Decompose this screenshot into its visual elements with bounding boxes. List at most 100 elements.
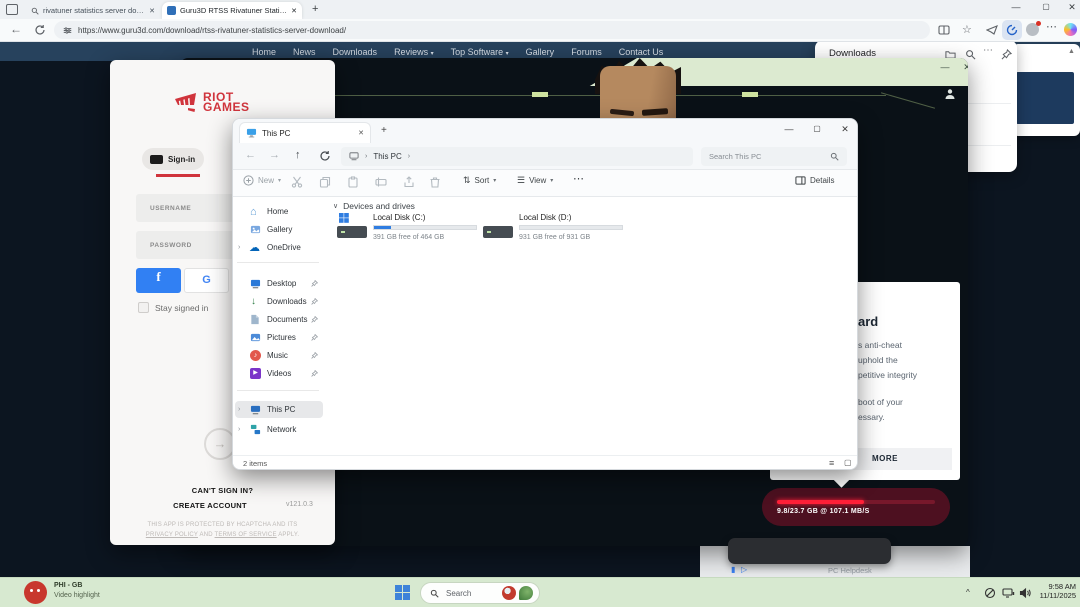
cut-icon[interactable] xyxy=(291,176,303,188)
tab-actions-icon[interactable] xyxy=(6,4,18,15)
terms-link[interactable]: TERMS OF SERVICE xyxy=(215,532,277,538)
list-view-toggle-icon[interactable]: ≡ xyxy=(829,458,834,468)
back-icon[interactable]: ← xyxy=(245,149,256,161)
start-button[interactable] xyxy=(394,584,411,601)
taskbar-search-input[interactable]: Search xyxy=(420,582,540,604)
collections-icon[interactable] xyxy=(986,24,998,36)
browser-back-icon[interactable]: ← xyxy=(10,22,22,36)
minimize-button[interactable]: — xyxy=(781,124,797,138)
copy-icon[interactable] xyxy=(319,176,331,188)
sidebar-item-videos[interactable]: ▶ Videos xyxy=(233,365,325,382)
google-login-button[interactable]: G xyxy=(184,268,229,293)
page-thumbnail[interactable] xyxy=(1016,72,1074,124)
browser-url-bar[interactable]: https://www.guru3d.com/download/rtss-riv… xyxy=(54,21,930,39)
nav-contact[interactable]: Contact Us xyxy=(619,47,664,57)
notification-subtitle[interactable]: Video highlight xyxy=(54,592,100,599)
notification-title[interactable]: PHI - GB xyxy=(54,582,82,589)
nav-news[interactable]: News xyxy=(293,47,316,57)
search-highlight-image[interactable] xyxy=(519,586,533,600)
sidebar-item-gallery[interactable]: Gallery xyxy=(233,221,325,238)
up-icon[interactable]: ↑ xyxy=(295,149,301,161)
tab-close-icon[interactable]: ✕ xyxy=(291,7,297,15)
browser-refresh-icon[interactable] xyxy=(34,24,46,36)
new-tab-icon[interactable]: + xyxy=(381,125,387,136)
toolbar-more-icon[interactable]: ⋯ xyxy=(573,172,584,185)
nav-gallery[interactable]: Gallery xyxy=(526,47,555,57)
maximize-button[interactable]: ▢ xyxy=(809,124,825,138)
downloads-progress-icon xyxy=(1006,24,1018,36)
site-permissions-icon[interactable] xyxy=(63,26,72,35)
helpdesk-link[interactable]: PC Helpdesk xyxy=(828,566,872,575)
window-close-button[interactable]: ✕ xyxy=(1062,2,1080,17)
delete-icon[interactable] xyxy=(429,176,441,188)
sidebar-item-home[interactable]: ⌂ Home xyxy=(233,203,325,220)
sidebar-item-music[interactable]: ♪ Music xyxy=(233,347,325,364)
signin-tab[interactable]: Sign-in xyxy=(142,148,204,170)
close-button[interactable]: ✕ xyxy=(837,124,853,138)
profile-icon[interactable] xyxy=(944,88,956,100)
media-pause-icon[interactable]: ▮ xyxy=(731,565,735,574)
new-tab-icon[interactable]: + xyxy=(312,3,318,15)
privacy-policy-link[interactable]: PRIVACY POLICY xyxy=(146,532,198,538)
tray-chevron-up-icon[interactable]: ^ xyxy=(966,588,970,597)
nav-top-software[interactable]: Top Software ▾ xyxy=(451,47,509,57)
downloads-button[interactable] xyxy=(1002,20,1022,40)
nav-forums[interactable]: Forums xyxy=(571,47,602,57)
new-button[interactable]: New ▾ xyxy=(243,175,281,186)
share-icon[interactable] xyxy=(403,176,415,188)
thumbnail-view-toggle-icon[interactable]: ▢ xyxy=(844,458,852,467)
breadcrumb[interactable]: › This PC › xyxy=(341,147,693,166)
downloads-more-icon[interactable]: ⋯ xyxy=(983,45,993,56)
drive-item-d[interactable]: Local Disk (D:) 931 GB free of 931 GB xyxy=(483,213,625,253)
sidebar-item-onedrive[interactable]: › ☁ OneDrive xyxy=(233,239,325,256)
nav-home[interactable]: Home xyxy=(252,47,276,57)
minimize-button[interactable]: — xyxy=(937,62,953,76)
cant-sign-in-link[interactable]: CAN'T SIGN IN? xyxy=(110,486,335,495)
explorer-tab[interactable]: This PC ✕ xyxy=(239,122,371,143)
sidebar-item-this-pc[interactable]: › This PC xyxy=(235,401,323,418)
browser-tab-search[interactable]: rivatuner statistics server downlo... ✕ xyxy=(26,2,160,19)
network-display-icon[interactable] xyxy=(1002,587,1015,599)
stay-signed-in-checkbox[interactable] xyxy=(138,302,149,313)
view-button[interactable]: ☰ View ▾ xyxy=(517,175,553,186)
nav-reviews[interactable]: Reviews ▾ xyxy=(394,47,434,57)
window-maximize-button[interactable]: ▢ xyxy=(1036,2,1056,17)
taskbar-clock[interactable]: 9:58 AM 11/11/2025 xyxy=(1032,582,1076,600)
tab-close-icon[interactable]: ✕ xyxy=(149,7,155,15)
refresh-icon[interactable] xyxy=(319,150,331,162)
tab-close-icon[interactable]: ✕ xyxy=(358,129,364,137)
split-screen-icon[interactable] xyxy=(938,24,950,36)
browser-more-icon[interactable]: ⋯ xyxy=(1046,20,1057,33)
forward-icon[interactable]: → xyxy=(269,149,280,161)
search-icon[interactable] xyxy=(830,152,839,161)
profile-avatar[interactable] xyxy=(1026,23,1039,36)
devices-section-header[interactable]: ∨ Devices and drives xyxy=(333,201,415,211)
details-button[interactable]: Details xyxy=(795,175,834,186)
copilot-icon[interactable] xyxy=(1064,23,1077,36)
recorder-notification-icon[interactable] xyxy=(24,581,47,604)
sort-button[interactable]: ⇅ Sort ▾ xyxy=(463,175,496,186)
explorer-search-input[interactable]: Search This PC xyxy=(701,147,847,166)
sidebar-item-downloads[interactable]: ↓ Downloads xyxy=(233,293,325,310)
camera-off-icon[interactable] xyxy=(984,587,996,599)
sidebar-item-network[interactable]: › Network xyxy=(233,421,325,438)
create-account-link[interactable]: CREATE ACCOUNT xyxy=(130,501,290,510)
window-minimize-button[interactable]: — xyxy=(1006,2,1026,17)
favorites-star-icon[interactable]: ☆ xyxy=(962,23,972,36)
downloads-pin-icon[interactable] xyxy=(1001,49,1012,60)
paste-icon[interactable] xyxy=(347,176,359,188)
nav-downloads[interactable]: Downloads xyxy=(333,47,378,57)
drive-item-c[interactable]: Local Disk (C:) 391 GB free of 464 GB xyxy=(337,213,479,253)
volume-icon[interactable] xyxy=(1019,587,1031,599)
sidebar-item-desktop[interactable]: Desktop xyxy=(233,275,325,292)
scroll-up-icon[interactable]: ▲ xyxy=(1068,48,1075,55)
media-play-icon[interactable]: ▷ xyxy=(741,565,747,574)
sidebar-item-pictures[interactable]: Pictures xyxy=(233,329,325,346)
close-button[interactable]: ✕ xyxy=(959,62,968,76)
browser-tab-guru3d[interactable]: Guru3D RTSS Rivatuner Statistic... ✕ xyxy=(162,2,302,19)
facebook-login-button[interactable]: f xyxy=(136,268,181,293)
sidebar-item-documents[interactable]: Documents xyxy=(233,311,325,328)
rename-icon[interactable] xyxy=(375,176,387,188)
search-highlight-image[interactable] xyxy=(502,586,516,600)
version-label: v121.0.3 xyxy=(286,501,313,508)
